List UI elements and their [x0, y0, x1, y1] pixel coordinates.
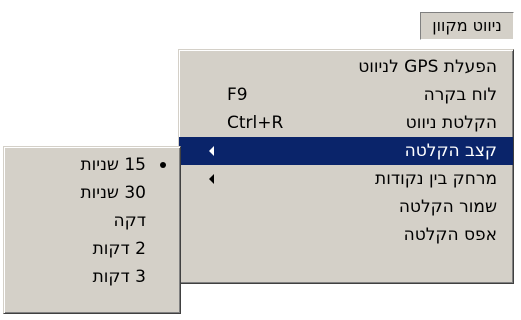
menu-item-label: אפס הקלטה: [403, 225, 497, 245]
submenu-item-label: 2 דקות: [92, 239, 146, 259]
menubar-item-label: ניווט מקוון: [432, 16, 502, 35]
menu-item-label: לוח בקרה: [423, 85, 497, 105]
menu-item-enable-gps[interactable]: הפעלת GPS לניווט: [179, 53, 513, 81]
recording-rate-submenu: 15 שניות 30 שניות דקה 2 דקות 3 דקות: [3, 146, 181, 314]
submenu-item-3-minutes[interactable]: 3 דקות: [4, 263, 180, 291]
submenu-item-label: 15 שניות: [80, 155, 146, 175]
menu-item-label: הפעלת GPS לניווט: [358, 57, 497, 77]
menu-item-record-navigation[interactable]: הקלטת ניווט Ctrl+R: [179, 109, 513, 137]
menu-item-control-panel[interactable]: לוח בקרה F9: [179, 81, 513, 109]
menu-item-label: שמור הקלטה: [398, 197, 497, 217]
menu-item-distance-between-points[interactable]: מרחק בין נקודות: [179, 165, 513, 193]
menu-item-label: מרחק בין נקודות: [375, 169, 497, 189]
menubar-item-online-navigation[interactable]: ניווט מקוון: [420, 12, 514, 40]
menu-item-label: הקלטת ניווט: [405, 113, 497, 133]
menu-item-reset-recording[interactable]: אפס הקלטה: [179, 221, 513, 249]
navigation-dropdown-menu: הפעלת GPS לניווט לוח בקרה F9 הקלטת ניווט…: [178, 49, 514, 284]
selected-bullet-icon: [160, 162, 166, 168]
submenu-item-30-seconds[interactable]: 30 שניות: [4, 179, 180, 207]
submenu-item-label: דקה: [113, 211, 146, 231]
menu-item-label: קצב הקלטה: [404, 141, 497, 161]
screen: ניווט מקוון הפעלת GPS לניווט לוח בקרה F9…: [0, 0, 521, 320]
menu-item-recording-rate[interactable]: קצב הקלטה: [179, 137, 513, 165]
menu-item-shortcut: F9: [227, 85, 248, 105]
submenu-item-1-minute[interactable]: דקה: [4, 207, 180, 235]
menu-item-shortcut: Ctrl+R: [227, 113, 284, 133]
submenu-item-15-seconds[interactable]: 15 שניות: [4, 151, 180, 179]
menu-item-save-recording[interactable]: שמור הקלטה: [179, 193, 513, 221]
submenu-item-label: 30 שניות: [80, 183, 146, 203]
submenu-arrow-icon: [209, 146, 214, 156]
submenu-item-label: 3 דקות: [92, 267, 146, 287]
submenu-item-2-minutes[interactable]: 2 דקות: [4, 235, 180, 263]
submenu-arrow-icon: [209, 174, 214, 184]
